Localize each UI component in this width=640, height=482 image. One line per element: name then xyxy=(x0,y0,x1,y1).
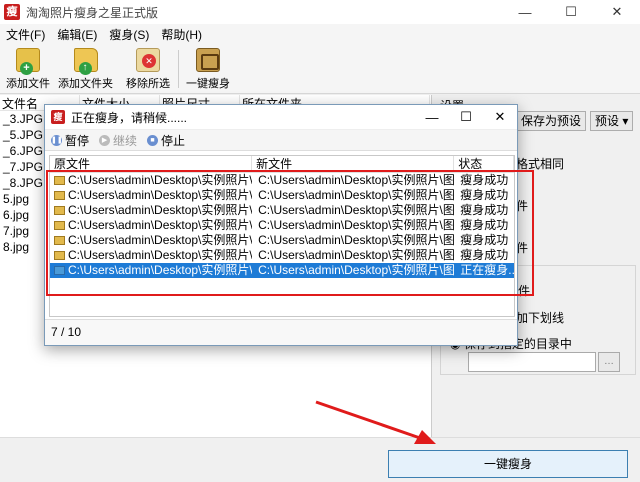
remove-icon xyxy=(136,48,160,72)
add-file-label: 添加文件 xyxy=(6,78,50,90)
minimize-button[interactable]: — xyxy=(502,0,548,24)
add-file-icon xyxy=(16,48,40,75)
dialog-title-bar: 瘦 正在瘦身，请稍候...... — ☐ ✕ xyxy=(45,105,517,129)
menu-bar: 文件(F) 编辑(E) 瘦身(S) 帮助(H) xyxy=(0,24,640,44)
highlight-box xyxy=(46,170,534,296)
menu-slim[interactable]: 瘦身(S) xyxy=(103,26,155,43)
dialog-controls: ❚❚ 暂停 ▶ 继续 ■ 停止 xyxy=(45,129,517,151)
dialog-close-button[interactable]: ✕ xyxy=(483,105,517,129)
maximize-button[interactable]: ☐ xyxy=(548,0,594,24)
stop-button[interactable]: ■ 停止 xyxy=(147,132,185,149)
add-folder-label: 添加文件夹 xyxy=(58,78,113,90)
progress-counter: 7 / 10 xyxy=(45,319,517,345)
remove-selected-label: 移除所选 xyxy=(126,78,170,90)
window-title: 淘淘照片瘦身之星正式版 xyxy=(26,5,159,20)
close-button[interactable]: ✕ xyxy=(594,0,640,24)
stop-label: 停止 xyxy=(161,133,186,148)
dialog-maximize-button[interactable]: ☐ xyxy=(449,105,483,129)
save-preset-button[interactable]: 保存为预设 xyxy=(516,111,587,131)
pause-icon: ❚❚ xyxy=(51,134,63,146)
one-click-slim-tool-label: 一键瘦身 xyxy=(186,78,230,90)
add-folder-icon xyxy=(73,48,98,75)
toolbar: 添加文件 添加文件夹 移除所选 一键瘦身 xyxy=(0,44,640,94)
pause-label: 暂停 xyxy=(65,133,90,148)
add-file-button[interactable]: 添加文件 xyxy=(6,48,50,91)
stop-icon: ■ xyxy=(147,134,159,146)
remove-selected-button[interactable]: 移除所选 xyxy=(126,48,170,91)
slim-icon xyxy=(196,48,220,72)
menu-edit[interactable]: 编辑(E) xyxy=(51,26,103,43)
dialog-title: 正在瘦身，请稍候...... xyxy=(71,110,188,125)
dialog-logo-icon: 瘦 xyxy=(51,110,65,124)
browse-button[interactable]: … xyxy=(598,352,620,372)
one-click-slim-tool-button[interactable]: 一键瘦身 xyxy=(186,48,230,91)
menu-help[interactable]: 帮助(H) xyxy=(155,26,208,43)
toolbar-divider xyxy=(178,50,179,88)
dialog-minimize-button[interactable]: — xyxy=(415,105,449,129)
pause-button[interactable]: ❚❚ 暂停 xyxy=(51,132,89,149)
add-folder-button[interactable]: 添加文件夹 xyxy=(58,48,113,91)
play-icon: ▶ xyxy=(99,134,111,146)
preset-label: 预设 xyxy=(595,114,620,128)
underline-option[interactable]: 加下划线 xyxy=(516,309,564,326)
continue-label: 继续 xyxy=(113,133,138,148)
one-click-slim-button[interactable]: 一键瘦身 xyxy=(388,450,628,478)
title-bar: 瘦 淘淘照片瘦身之星正式版 — ☐ ✕ xyxy=(0,0,640,24)
directory-input[interactable] xyxy=(468,352,596,372)
menu-file[interactable]: 文件(F) xyxy=(0,26,51,43)
continue-button[interactable]: ▶ 继续 xyxy=(99,132,137,149)
app-logo-icon: 瘦 xyxy=(4,4,20,20)
preset-dropdown[interactable]: 预设 ▾ xyxy=(590,111,634,131)
